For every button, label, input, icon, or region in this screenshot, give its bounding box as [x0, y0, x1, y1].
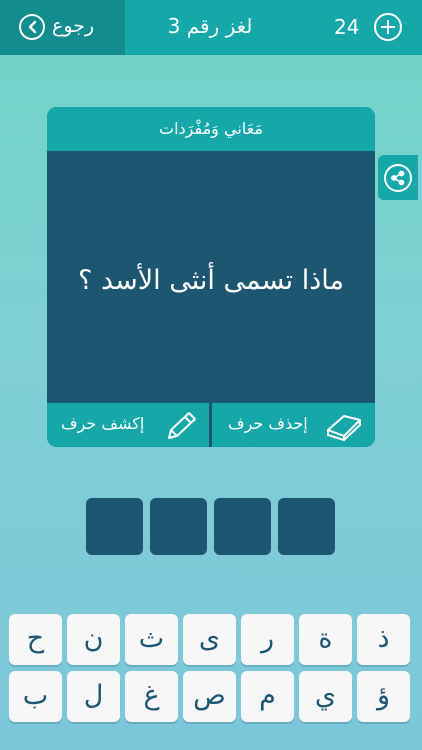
letter-key[interactable]: ؤ — [357, 671, 410, 722]
question-card: مَعَاني وَمُفْرَدات ماذا تسمى أنثى الأسد… — [47, 107, 375, 447]
reveal-letter-button[interactable]: إكشف حرف — [47, 403, 209, 447]
chevron-left-icon — [19, 14, 45, 40]
letter-key[interactable]: ر — [241, 614, 294, 665]
coin-count: 24 — [334, 15, 360, 39]
letter-key[interactable]: ح — [9, 614, 62, 665]
letter-key[interactable]: ذ — [357, 614, 410, 665]
share-icon — [384, 164, 412, 192]
eraser-icon — [327, 415, 361, 441]
category-title: مَعَاني وَمُفْرَدات — [47, 107, 375, 151]
letter-key[interactable]: غ — [125, 671, 178, 722]
remove-letter-label: إحذف حرف — [228, 414, 308, 433]
answer-slot[interactable] — [278, 498, 335, 555]
letter-key[interactable]: ي — [299, 671, 352, 722]
answer-slot[interactable] — [150, 498, 207, 555]
letter-key[interactable]: ث — [125, 614, 178, 665]
letter-key[interactable]: ة — [299, 614, 352, 665]
pencil-icon — [168, 412, 196, 439]
letter-key[interactable]: ص — [183, 671, 236, 722]
letter-key[interactable]: ى — [183, 614, 236, 665]
answer-slot[interactable] — [86, 498, 143, 555]
level-title: لغز رقم 3 — [167, 14, 253, 38]
remove-letter-button[interactable]: إحذف حرف — [212, 403, 374, 447]
share-button[interactable] — [378, 155, 418, 200]
letter-key[interactable]: ب — [9, 671, 62, 722]
add-coins-icon[interactable] — [374, 13, 402, 41]
back-button[interactable]: رجوع — [0, 0, 125, 55]
answer-slot[interactable] — [214, 498, 271, 555]
reveal-letter-label: إكشف حرف — [61, 414, 145, 433]
letter-key[interactable]: ن — [67, 614, 120, 665]
back-label: رجوع — [52, 15, 95, 37]
hint-bar: إكشف حرف إحذف حرف — [47, 403, 375, 447]
top-bar: رجوع لغز رقم 3 24 — [0, 0, 422, 55]
letter-key[interactable]: ل — [67, 671, 120, 722]
letter-key[interactable]: م — [241, 671, 294, 722]
question-text: ماذا تسمى أنثى الأسد ؟ — [78, 264, 344, 296]
